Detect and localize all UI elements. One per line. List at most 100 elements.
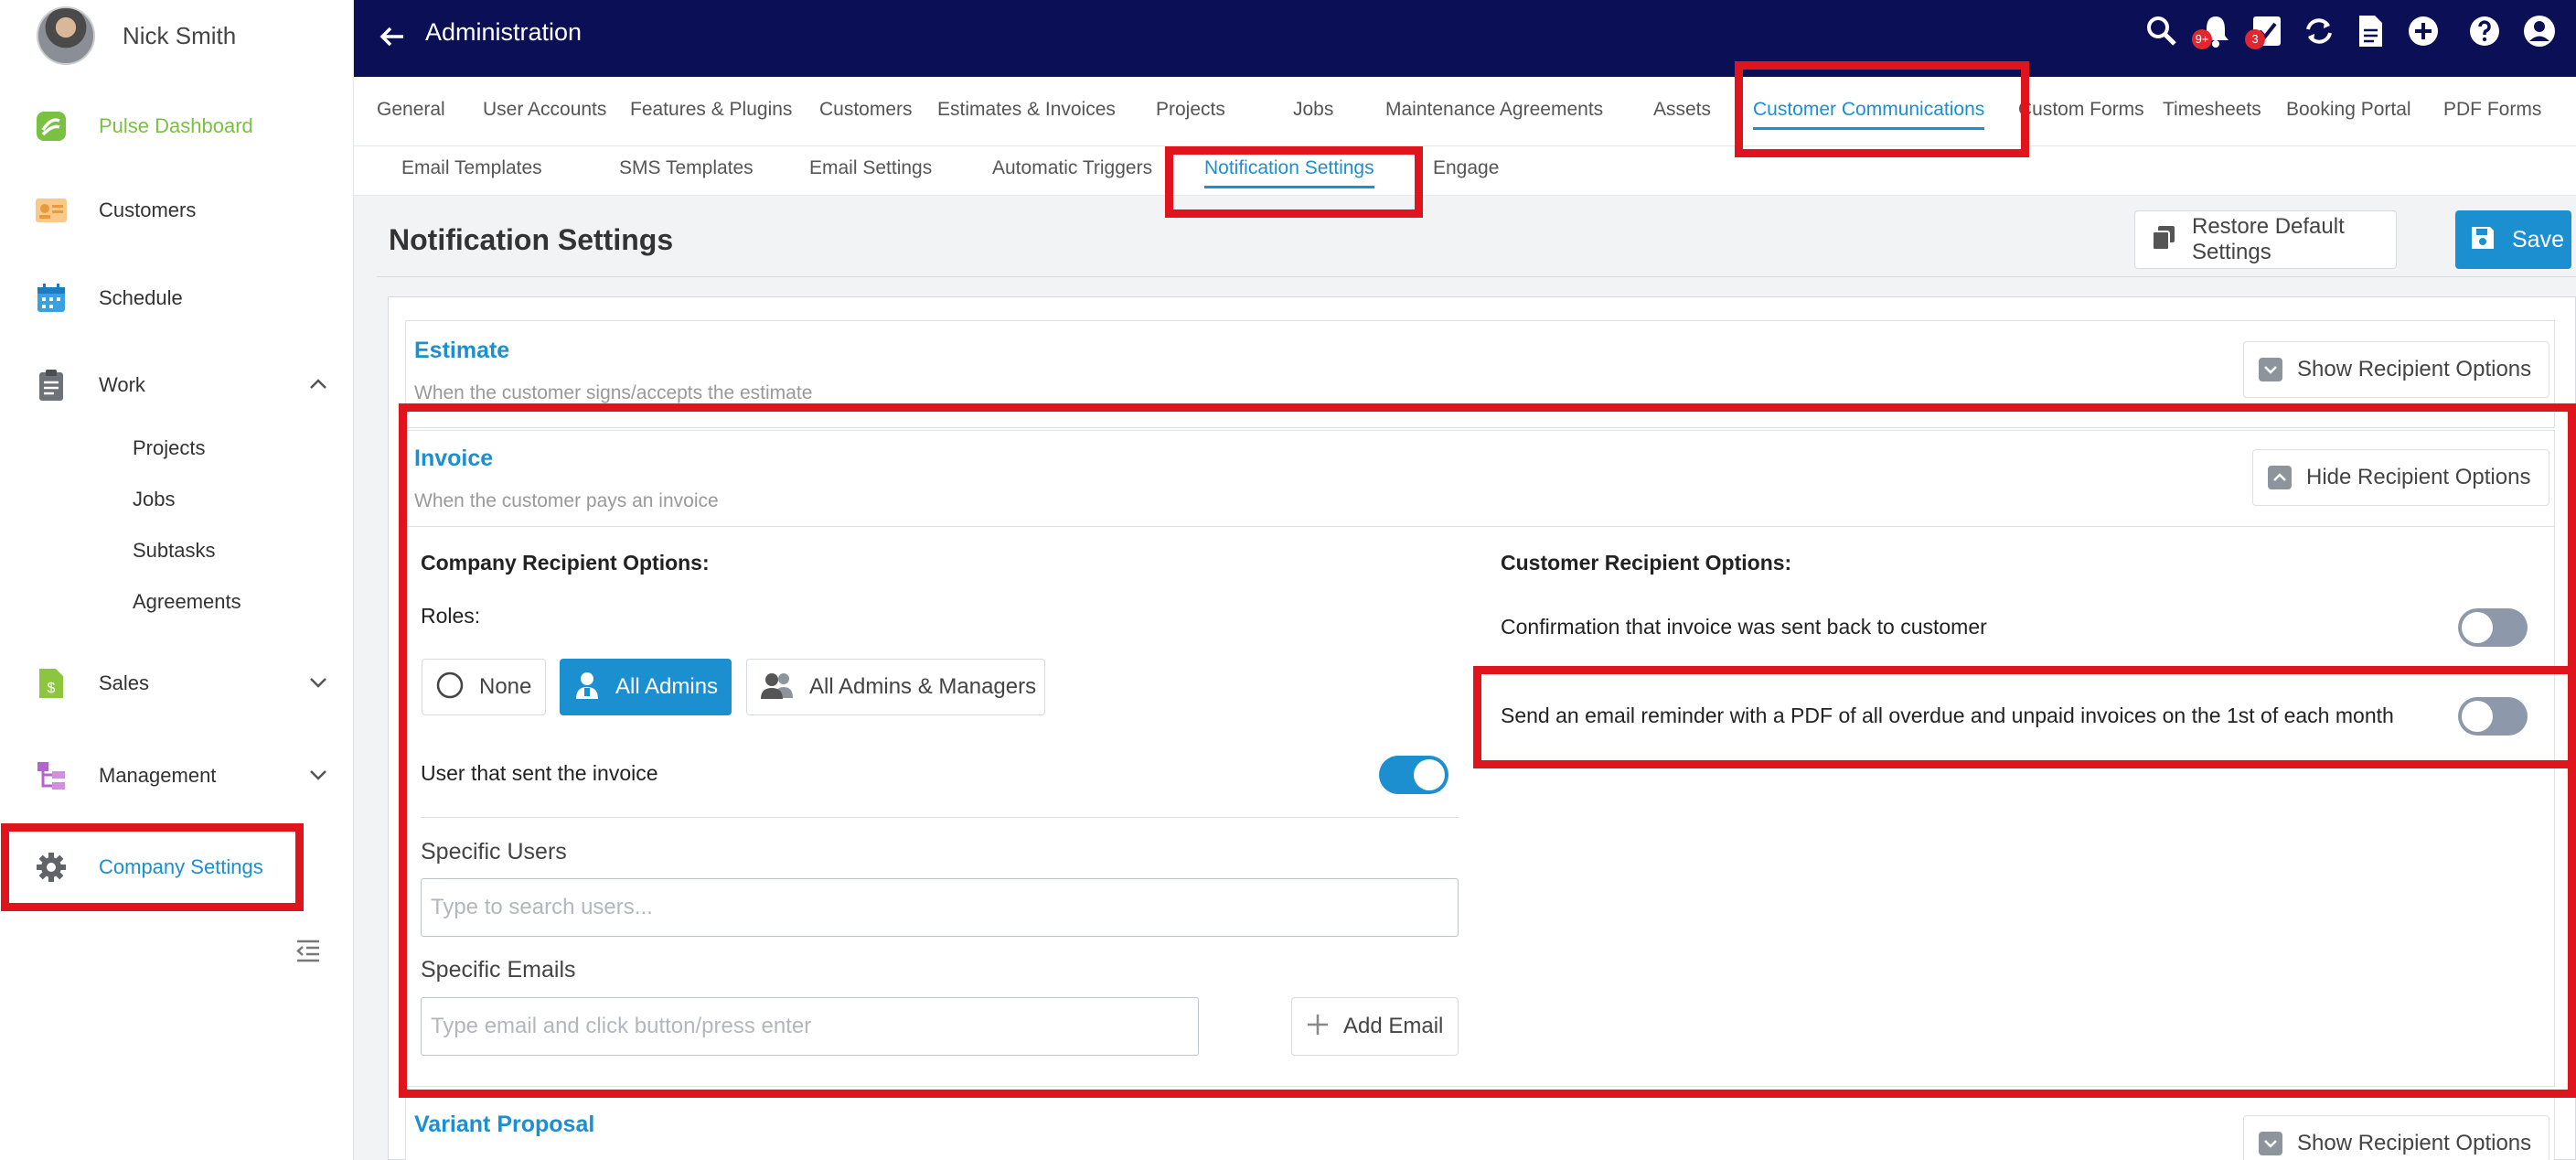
role-label: None — [479, 674, 532, 699]
role-all-admins-managers-button[interactable]: All Admins & Managers — [746, 659, 1045, 715]
notifications-bell-icon[interactable]: 9+ — [2192, 13, 2234, 49]
subtab-email-templates[interactable]: Email Templates — [401, 157, 542, 179]
sidebar-item-customers[interactable]: Customers — [35, 188, 337, 233]
specific-users-search-input[interactable] — [421, 878, 1459, 937]
search-icon[interactable] — [2143, 13, 2180, 49]
chevron-down-icon[interactable] — [307, 764, 329, 790]
communications-subtabs: Email Templates SMS Templates Email Sett… — [354, 146, 2576, 196]
restore-label: Restore Default Settings — [2192, 214, 2345, 264]
tab-customer-communications[interactable]: Customer Communications — [1753, 99, 1985, 130]
subtab-email-settings[interactable]: Email Settings — [809, 157, 932, 179]
tab-estimates-invoices[interactable]: Estimates & Invoices — [937, 99, 1116, 121]
page-title: Notification Settings — [389, 223, 674, 256]
role-none-button[interactable]: None — [422, 659, 546, 715]
contact-card-icon — [35, 194, 68, 227]
tab-pdf-forms[interactable]: PDF Forms — [2443, 99, 2541, 121]
tab-timesheets[interactable]: Timesheets — [2163, 99, 2261, 121]
save-button[interactable]: Save — [2455, 210, 2571, 269]
chevron-down-icon[interactable] — [307, 671, 329, 698]
specific-emails-input[interactable] — [421, 997, 1199, 1056]
dollar-document-icon: $ — [35, 667, 68, 700]
specific-emails-label: Specific Emails — [421, 957, 576, 983]
tab-jobs[interactable]: Jobs — [1293, 99, 1333, 121]
sidebar-item-sales[interactable]: $ Sales — [35, 661, 337, 706]
tab-features-plugins[interactable]: Features & Plugins — [630, 99, 792, 121]
admin-tabs: General User Accounts Features & Plugins… — [354, 77, 2576, 146]
clipboard-icon — [35, 369, 68, 402]
sidebar-item-company-settings[interactable]: Company Settings — [35, 844, 337, 890]
sidebar-subitem-subtasks[interactable]: Subtasks — [133, 539, 216, 563]
tab-assets[interactable]: Assets — [1653, 99, 1711, 121]
subtab-notification-settings[interactable]: Notification Settings — [1204, 157, 1374, 188]
tab-user-accounts[interactable]: User Accounts — [483, 99, 606, 121]
toggle-label: Show Recipient Options — [2297, 357, 2532, 381]
sidebar-item-work[interactable]: Work — [35, 362, 337, 408]
estimate-description: When the customer signs/accepts the esti… — [414, 382, 813, 403]
user-sent-invoice-toggle[interactable] — [1379, 756, 1448, 794]
invoice-hide-recipient-options-button[interactable]: Hide Recipient Options — [2252, 449, 2549, 506]
company-recipient-heading: Company Recipient Options: — [421, 551, 710, 575]
sidebar-subitem-jobs[interactable]: Jobs — [133, 488, 175, 511]
restore-default-settings-button[interactable]: Restore Default Settings — [2134, 210, 2397, 269]
specific-users-label: Specific Users — [421, 839, 567, 865]
add-email-button[interactable]: Add Email — [1291, 997, 1459, 1056]
sidebar-item-label: Sales — [99, 671, 150, 694]
floppy-disk-icon — [2470, 225, 2496, 255]
chevron-up-icon — [2268, 466, 2292, 489]
back-arrow-icon[interactable] — [374, 18, 411, 55]
role-all-admins-button[interactable]: All Admins — [560, 659, 732, 715]
role-label: All Admins — [615, 674, 719, 699]
toggle-knob — [2462, 612, 2493, 643]
variant-show-recipient-options-button[interactable]: Show Recipient Options — [2243, 1115, 2549, 1160]
tab-maintenance-agreements[interactable]: Maintenance Agreements — [1385, 99, 1603, 121]
restore-icon — [2150, 224, 2177, 256]
tab-custom-forms[interactable]: Custom Forms — [2018, 99, 2144, 121]
sidebar-subitem-projects[interactable]: Projects — [133, 436, 205, 460]
notification-badge: 9+ — [2192, 29, 2212, 49]
monthly-reminder-label: Send an email reminder with a PDF of all… — [1501, 704, 2394, 727]
document-icon[interactable] — [2352, 13, 2389, 49]
add-circle-icon[interactable] — [2405, 13, 2442, 49]
collapse-sidebar-icon[interactable] — [294, 937, 322, 964]
save-label: Save — [2512, 226, 2564, 252]
invoice-title: Invoice — [414, 446, 494, 471]
subtab-automatic-triggers[interactable]: Automatic Triggers — [992, 157, 1152, 179]
tab-booking-portal[interactable]: Booking Portal — [2286, 99, 2411, 121]
user-sent-invoice-label: User that sent the invoice — [421, 761, 658, 785]
sidebar-item-label: Company Settings — [99, 855, 263, 878]
sidebar-item-pulse-dashboard[interactable]: Pulse Dashboard — [35, 103, 337, 149]
confirmation-sent-label: Confirmation that invoice was sent back … — [1501, 615, 1987, 639]
tab-customers[interactable]: Customers — [819, 99, 913, 121]
user-profile[interactable]: Nick Smith — [37, 5, 236, 66]
toggle-label: Hide Recipient Options — [2306, 465, 2531, 489]
sidebar-item-label: Pulse Dashboard — [99, 114, 253, 137]
plus-icon — [1305, 1012, 1331, 1042]
estimate-show-recipient-options-button[interactable]: Show Recipient Options — [2243, 341, 2549, 398]
chevron-down-icon — [2259, 358, 2282, 381]
invoice-section: Invoice When the customer pays an invoic… — [405, 430, 2555, 1087]
refresh-icon[interactable] — [2301, 13, 2337, 49]
subtab-engage[interactable]: Engage — [1433, 157, 1499, 179]
tasks-checklist-icon[interactable]: 3 — [2245, 13, 2285, 49]
calendar-icon — [35, 282, 68, 315]
variant-proposal-section: Variant Proposal Show Recipient Options — [405, 1094, 2555, 1160]
section-divider — [406, 526, 2554, 527]
tab-projects[interactable]: Projects — [1156, 99, 1225, 121]
estimate-section: Estimate When the customer signs/accepts… — [405, 320, 2555, 428]
customer-recipient-heading: Customer Recipient Options: — [1501, 551, 1792, 575]
subtab-sms-templates[interactable]: SMS Templates — [619, 157, 754, 179]
sidebar-item-management[interactable]: Management — [35, 753, 337, 799]
tab-general[interactable]: General — [377, 99, 445, 121]
user-account-icon[interactable] — [2521, 13, 2558, 49]
sidebar-item-label: Customers — [99, 199, 197, 221]
monthly-reminder-toggle[interactable] — [2458, 697, 2528, 736]
sidebar-subitem-agreements[interactable]: Agreements — [133, 590, 241, 614]
avatar[interactable] — [37, 6, 95, 65]
help-icon[interactable] — [2466, 13, 2503, 49]
tasks-badge: 3 — [2245, 29, 2265, 49]
sidebar-item-schedule[interactable]: Schedule — [35, 275, 337, 321]
confirmation-sent-toggle[interactable] — [2458, 608, 2528, 647]
svg-text:$: $ — [48, 681, 56, 696]
chevron-up-icon[interactable] — [307, 373, 329, 400]
pulse-logo-icon — [35, 110, 68, 143]
